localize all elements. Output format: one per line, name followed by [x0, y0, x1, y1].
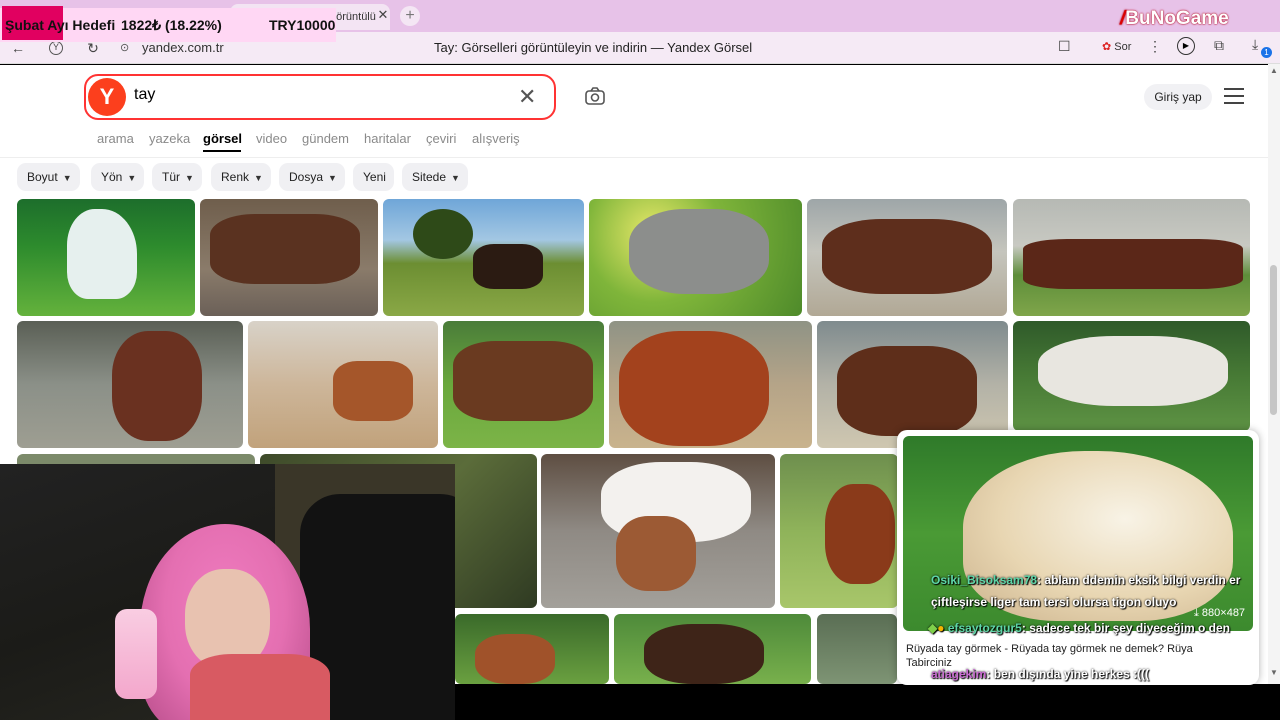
service-alisveris[interactable]: alışveriş	[472, 131, 520, 146]
chevron-down-icon: ▼	[185, 173, 194, 183]
image-result[interactable]	[609, 321, 812, 448]
active-service-underline	[203, 150, 241, 152]
download-icon: ⤓	[1194, 607, 1202, 619]
scrollbar-thumb[interactable]	[1270, 265, 1277, 415]
filter-yon[interactable]: Yön ▼	[91, 163, 145, 191]
image-result[interactable]	[817, 321, 1008, 448]
service-ceviri[interactable]: çeviri	[426, 131, 456, 146]
image-result[interactable]	[541, 454, 775, 608]
service-yazeka[interactable]: yazeka	[149, 131, 190, 146]
image-result[interactable]	[455, 614, 609, 684]
scroll-down-icon[interactable]: ▼	[1270, 668, 1278, 677]
image-result[interactable]	[589, 199, 802, 316]
stream-watermark: /BuNoGame	[1120, 8, 1229, 29]
filter-dosya[interactable]: Dosya ▼	[279, 163, 345, 191]
image-result[interactable]	[807, 199, 1007, 316]
chat-message: atiagekim: ben dışında yine herkes :(((	[931, 667, 1150, 681]
image-result[interactable]	[17, 321, 243, 448]
divider	[0, 157, 1268, 158]
download-icon[interactable]: ⤓	[1252, 36, 1258, 53]
page-title: Tay: Görselleri görüntüleyin ve indirin …	[434, 40, 753, 55]
search-input[interactable]: tay	[134, 86, 155, 104]
image-result[interactable]	[443, 321, 604, 448]
filter-yeni[interactable]: Yeni	[353, 163, 394, 191]
preview-caption[interactable]: Rüyada tay görmek - Rüyada tay görmek ne…	[906, 642, 1206, 670]
login-button[interactable]: Giriş yap	[1144, 84, 1212, 110]
sparkle-icon: ✿	[1102, 41, 1112, 53]
image-result[interactable]	[200, 199, 378, 316]
image-result[interactable]	[817, 614, 897, 684]
menu-icon[interactable]	[1224, 88, 1244, 104]
chevron-down-icon: ▼	[328, 173, 337, 183]
goal-title: Şubat Ayı Hedefi	[5, 17, 116, 33]
chevron-down-icon: ▼	[127, 173, 137, 183]
image-result[interactable]	[1013, 199, 1250, 316]
service-gorsel[interactable]: görsel	[203, 131, 242, 146]
service-arama[interactable]: arama	[97, 131, 134, 146]
filter-tur[interactable]: Tür ▼	[152, 163, 202, 191]
tab-title: görüntülü	[330, 11, 376, 23]
person-body	[190, 654, 330, 720]
image-result[interactable]	[17, 199, 195, 316]
filter-sitede[interactable]: Sitede ▼	[402, 163, 468, 191]
service-video[interactable]: video	[256, 131, 287, 146]
service-haritalar[interactable]: haritalar	[364, 131, 411, 146]
stream-bottom-bar	[455, 684, 1280, 720]
bookmark-icon[interactable]: ☐	[1058, 38, 1071, 55]
camera-icon[interactable]	[584, 85, 606, 107]
download-count-badge: 1	[1261, 47, 1272, 58]
close-icon[interactable]: ✕	[375, 7, 391, 23]
yandex-logo[interactable]: Y	[88, 78, 126, 116]
chat-message: Osiki_Bisoksam78: ablam ddemin eksik bil…	[931, 573, 1241, 587]
play-icon[interactable]: ▶	[1177, 37, 1195, 55]
ask-button[interactable]: ✿ Sor	[1096, 36, 1138, 58]
goal-value: 1822₺ (18.22%)	[121, 17, 222, 33]
image-result[interactable]	[614, 614, 811, 684]
clear-icon[interactable]: ✕	[518, 84, 536, 110]
image-result[interactable]	[383, 199, 584, 316]
more-icon[interactable]: ⋮	[1148, 38, 1162, 55]
webcam-feed	[0, 464, 455, 720]
image-size-label: ⤓ 880×487	[1194, 607, 1246, 619]
service-gundem[interactable]: gündem	[302, 131, 349, 146]
microphone	[115, 609, 157, 699]
screen: görüntülü ✕ + /BuNoGame ← Y ↻ ⊙ yandex.c…	[0, 0, 1280, 720]
scroll-up-icon[interactable]: ▲	[1270, 66, 1278, 75]
chat-message: ◆● efsaytozgur5: sadece tek bir şey diye…	[928, 621, 1230, 635]
extension-icon[interactable]: ⧉	[1214, 37, 1224, 54]
url-field[interactable]: yandex.com.tr	[142, 40, 224, 55]
chevron-down-icon: ▼	[254, 173, 263, 183]
filter-renk[interactable]: Renk ▼	[211, 163, 271, 191]
image-result[interactable]	[248, 321, 438, 448]
filter-boyut[interactable]: Boyut ▼	[17, 163, 80, 191]
site-info-icon[interactable]: ⊙	[120, 41, 129, 54]
chevron-down-icon: ▼	[62, 173, 72, 183]
image-result[interactable]	[780, 454, 898, 608]
goal-target: TRY10000	[269, 17, 336, 33]
yandex-browser-icon[interactable]: Y	[49, 41, 63, 55]
chevron-down-icon: ▼	[451, 173, 460, 183]
new-tab-icon[interactable]: +	[400, 6, 420, 26]
image-result[interactable]	[1013, 321, 1250, 431]
chat-message: çiftleşirse liger tam tersi olursa tigon…	[931, 595, 1177, 609]
